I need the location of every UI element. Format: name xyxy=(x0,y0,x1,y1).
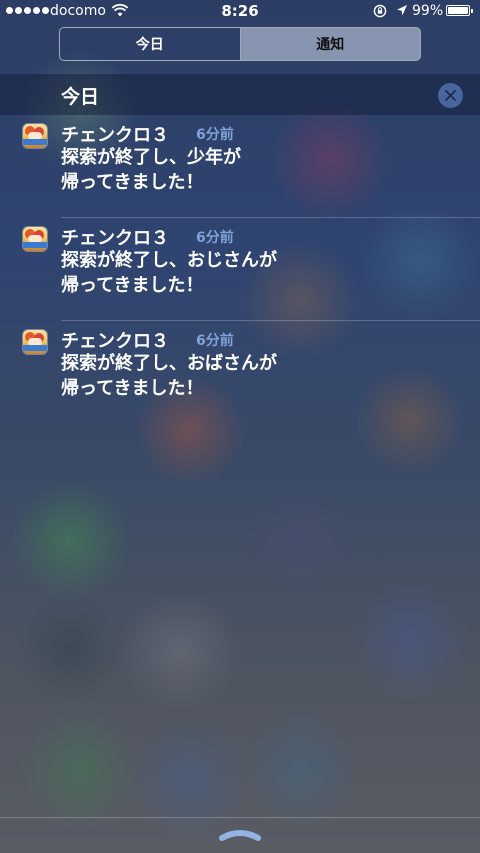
notification-app-name: チェンクロ３ xyxy=(61,125,169,146)
close-icon xyxy=(445,90,456,101)
notification-app-name: チェンクロ３ xyxy=(61,228,169,249)
app-icon xyxy=(23,227,47,251)
section-header: 今日 xyxy=(0,74,480,115)
tab-today[interactable]: 今日 xyxy=(60,28,241,60)
battery-percent: 99% xyxy=(412,3,444,19)
today-notifications-segmented-control: 今日 通知 xyxy=(59,27,421,61)
notification-item[interactable]: チェンクロ３ 6分前 探索が終了し、少年が 帰ってきました！ xyxy=(0,115,480,218)
notification-time: 6分前 xyxy=(196,127,234,143)
rotation-lock-icon xyxy=(373,4,387,22)
app-icon xyxy=(23,124,47,148)
location-arrow-icon xyxy=(396,4,408,21)
clear-notifications-button[interactable] xyxy=(438,83,463,108)
notification-time: 6分前 xyxy=(196,230,234,246)
notification-item[interactable]: チェンクロ３ 6分前 探索が終了し、おばさんが 帰ってきました！ xyxy=(0,321,480,424)
status-bar: docomo 8:26 99% xyxy=(0,0,480,24)
status-time: 8:26 xyxy=(221,2,259,20)
notification-app-name: チェンクロ３ xyxy=(61,331,169,352)
battery-icon xyxy=(446,5,473,16)
app-icon xyxy=(23,330,47,354)
notification-message: 探索が終了し、おじさんが 帰ってきました！ xyxy=(61,250,277,296)
tab-notifications[interactable]: 通知 xyxy=(240,28,420,60)
section-title: 今日 xyxy=(61,86,100,108)
notification-item[interactable]: チェンクロ３ 6分前 探索が終了し、おじさんが 帰ってきました！ xyxy=(0,218,480,321)
notification-time: 6分前 xyxy=(196,333,234,349)
notification-message: 探索が終了し、おばさんが 帰ってきました！ xyxy=(61,353,277,399)
grabber-handle-icon[interactable] xyxy=(218,826,262,846)
notification-center: docomo 8:26 99% 今日 通知 今日 チェンクロ３ 6分前 探索が終… xyxy=(0,0,480,853)
bottom-divider xyxy=(0,817,480,818)
notification-message: 探索が終了し、少年が 帰ってきました！ xyxy=(61,147,241,193)
